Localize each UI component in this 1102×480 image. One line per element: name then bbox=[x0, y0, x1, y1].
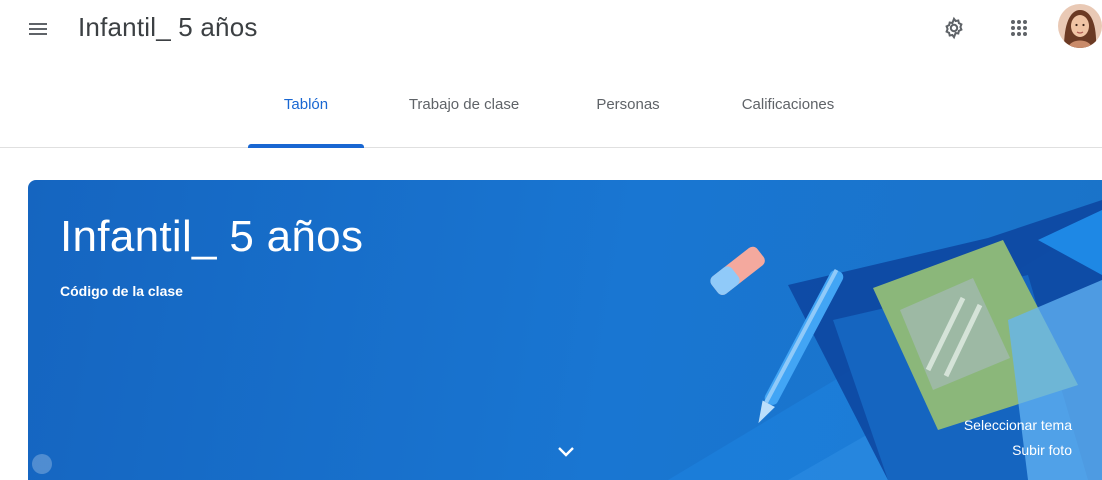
tab-personas[interactable]: Personas bbox=[568, 60, 688, 148]
class-tabs: Tablón Trabajo de clase Personas Calific… bbox=[0, 60, 1102, 148]
class-code-label: Código de la clase bbox=[60, 283, 183, 299]
tab-trabajo-de-clase[interactable]: Trabajo de clase bbox=[384, 60, 544, 148]
settings-button[interactable] bbox=[938, 12, 970, 44]
tab-tablon[interactable]: Tablón bbox=[248, 60, 364, 148]
menu-icon bbox=[29, 23, 47, 35]
tab-calificaciones[interactable]: Calificaciones bbox=[708, 60, 868, 148]
info-button[interactable] bbox=[32, 454, 52, 474]
gear-icon bbox=[945, 16, 963, 40]
main-menu-button[interactable] bbox=[24, 15, 52, 43]
upload-photo-link[interactable]: Subir foto bbox=[1012, 442, 1072, 458]
class-title[interactable]: Infantil_ 5 años bbox=[78, 12, 258, 43]
expand-banner-button[interactable] bbox=[554, 440, 578, 464]
banner-class-title[interactable]: Infantil_ 5 años bbox=[60, 212, 363, 262]
chevron-down-icon bbox=[558, 447, 574, 457]
active-tab-indicator bbox=[248, 144, 364, 148]
apps-button[interactable] bbox=[1003, 12, 1035, 44]
top-bar: Infantil_ 5 años bbox=[0, 0, 1102, 60]
class-banner: Infantil_ 5 años Código de la clase Sele… bbox=[28, 180, 1102, 480]
avatar[interactable] bbox=[1058, 4, 1102, 48]
avatar-image bbox=[1058, 4, 1102, 48]
classroom-page: Infantil_ 5 años Tablón Trabajo de clase… bbox=[0, 0, 1102, 480]
select-theme-link[interactable]: Seleccionar tema bbox=[964, 417, 1072, 433]
apps-grid-icon bbox=[1011, 20, 1027, 36]
